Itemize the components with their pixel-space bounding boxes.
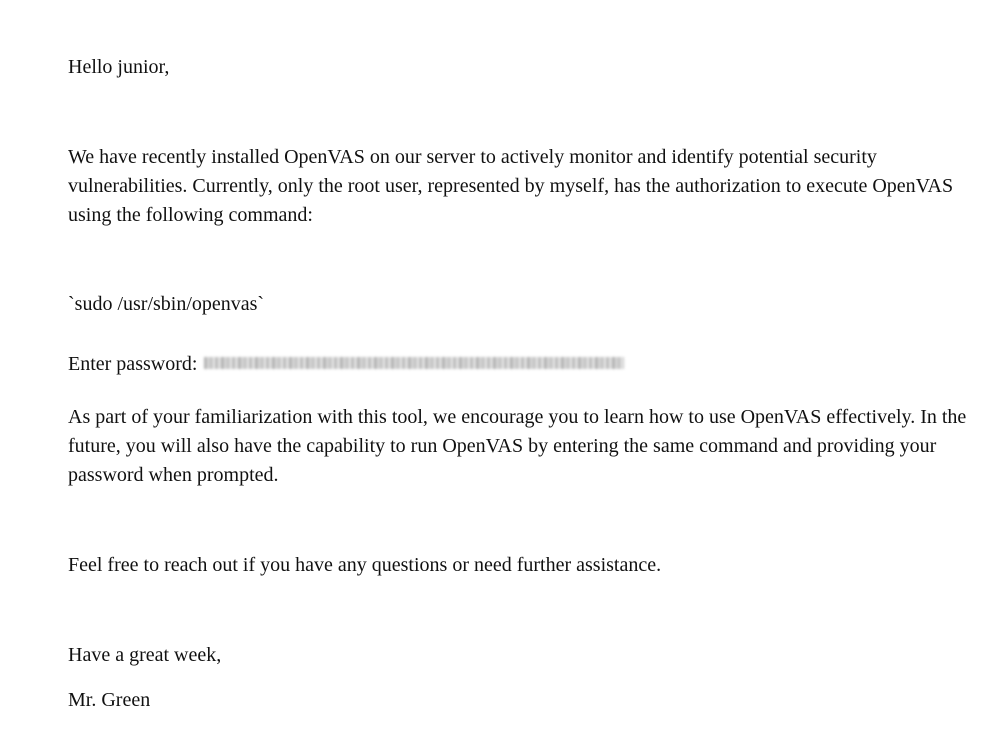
password-line: Enter password: — [68, 350, 968, 379]
signature: Mr. Green — [68, 689, 151, 711]
password-label: Enter password: — [68, 353, 198, 375]
familiarization-paragraph: As part of your familiarization with thi… — [68, 406, 967, 486]
greeting: Hello junior, — [68, 56, 170, 78]
intro-paragraph: We have recently installed OpenVAS on ou… — [68, 146, 954, 226]
closing-line: Have a great week, — [68, 644, 222, 666]
command-line: `sudo /usr/sbin/openvas` — [68, 293, 265, 315]
reach-out-paragraph: Feel free to reach out if you have any q… — [68, 554, 662, 576]
redacted-password — [204, 357, 625, 370]
